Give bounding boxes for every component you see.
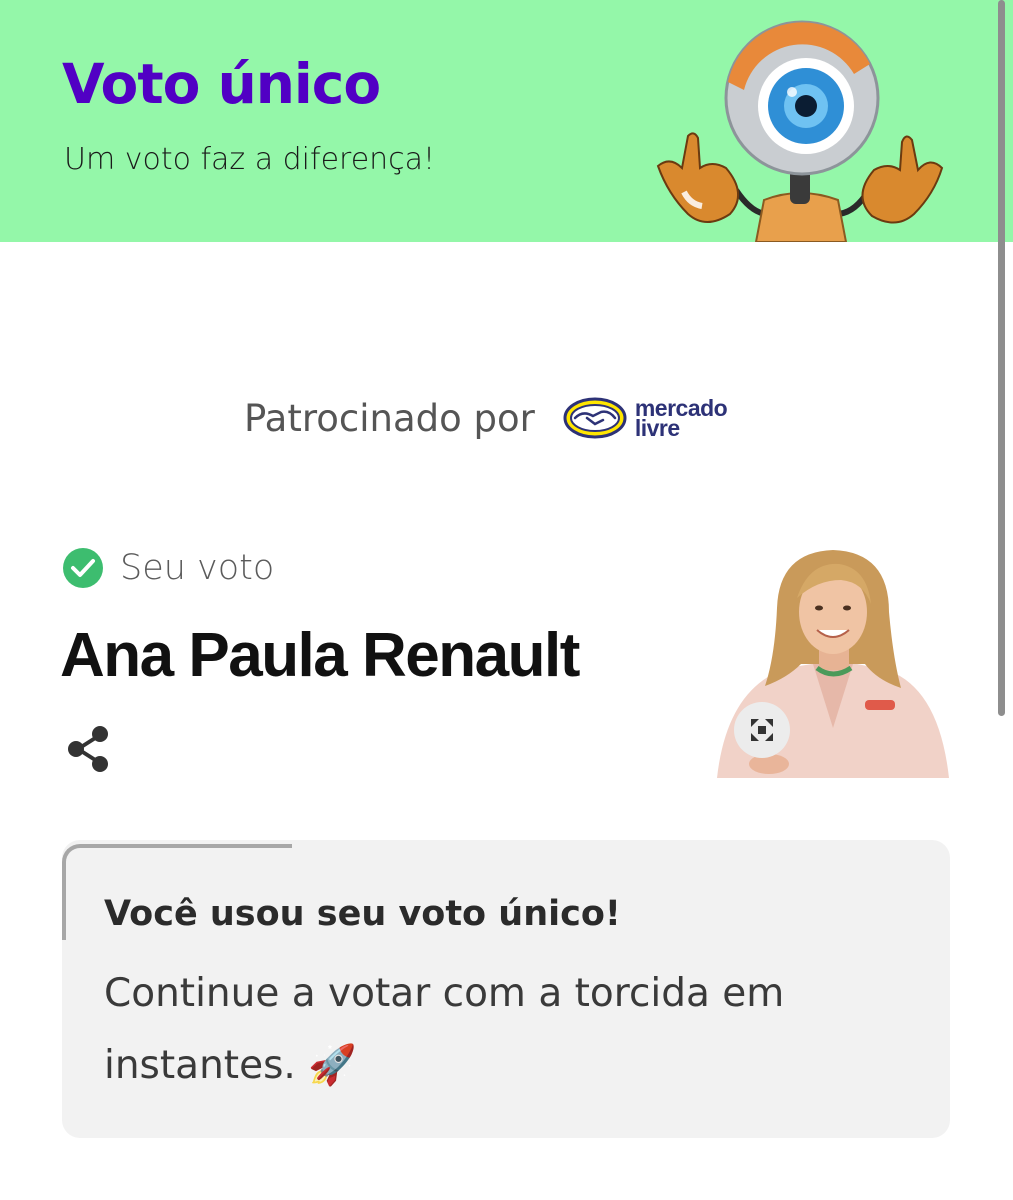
candidate-name: Ana Paula Renault [60, 621, 580, 690]
card-heading: Você usou seu voto único! [104, 894, 621, 934]
mercado-livre-logo-line2: livre [634, 415, 680, 441]
mercado-livre-logo: mercado livre [563, 396, 728, 441]
card-body: Continue a votar com a torcida em instan… [104, 958, 844, 1102]
page-subtitle: Um voto faz a diferença! [64, 142, 436, 177]
rocket-icon: 🚀 [308, 1043, 357, 1088]
check-circle-icon [63, 548, 103, 588]
sponsor-label: Patrocinado por [244, 396, 535, 440]
page-title: Voto único [62, 52, 381, 116]
sponsor-row: Patrocinado por mercado livre [244, 388, 728, 448]
handshake-icon [563, 397, 627, 439]
scrollbar[interactable] [998, 0, 1005, 716]
expand-icon [751, 719, 773, 741]
share-icon[interactable] [64, 722, 114, 776]
vote-status-label: Seu voto [120, 548, 275, 588]
expand-photo-button[interactable] [734, 702, 790, 758]
header-banner: Voto único Um voto faz a diferença! [0, 0, 1013, 242]
big-brother-eye-mascot-icon [656, 20, 944, 242]
card-body-text: Continue a votar com a torcida em instan… [104, 971, 785, 1088]
vote-used-card: Você usou seu voto único! Continue a vot… [62, 840, 950, 1138]
vote-status: Seu voto [62, 546, 274, 590]
